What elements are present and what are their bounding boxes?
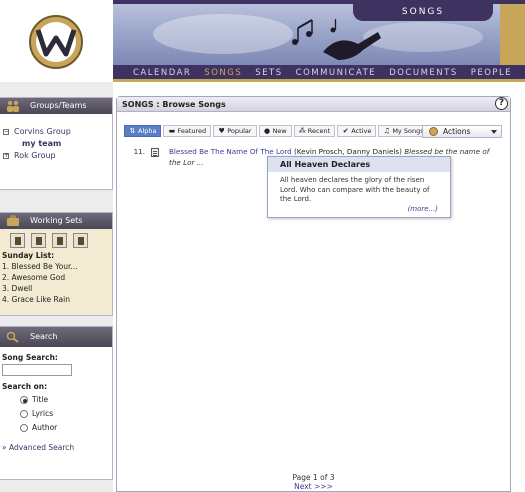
- set-list-item[interactable]: 2. Awesome God: [0, 272, 112, 283]
- song-title-link[interactable]: Blessed Be The Name Of The Lord: [169, 147, 292, 156]
- search-title-radio[interactable]: Title: [0, 393, 112, 407]
- song-search-label: Song Search:: [2, 353, 58, 362]
- groups-panel-title: Groups/Teams: [30, 101, 87, 110]
- group-item[interactable]: − Corvins Group: [0, 126, 112, 138]
- nav-calendar[interactable]: CALENDAR: [133, 65, 191, 79]
- song-number: 11.: [133, 147, 145, 156]
- tab-alpha[interactable]: ⇅ Alpha: [124, 125, 162, 137]
- section-title: SONGS: [353, 4, 493, 21]
- search-author-radio[interactable]: Author: [0, 421, 112, 435]
- search-lyrics-radio[interactable]: Lyrics: [0, 407, 112, 421]
- page-indicator: Page 1 of 3: [292, 473, 335, 482]
- sort-tabs: ⇅ Alpha ▬ Featured ♥ Popular ● New ⁂ Recent ✔…: [124, 125, 429, 137]
- heart-icon: ♥: [218, 126, 225, 135]
- tooltip-more-link[interactable]: (more...): [268, 205, 450, 213]
- check-icon: ✔: [342, 126, 349, 135]
- headphones-icon[interactable]: [10, 233, 25, 248]
- groups-panel-header: Groups/Teams: [0, 98, 112, 114]
- working-sets-header: Working Sets: [0, 213, 112, 229]
- search-on-label: Search on:: [2, 382, 48, 391]
- edit-set-icon[interactable]: [31, 233, 46, 248]
- tooltip-body: All heaven declares the glory of the ris…: [280, 176, 430, 203]
- search-header: Search: [0, 327, 112, 347]
- search-panel: Search Song Search: Search on: Title Lyr…: [0, 326, 113, 480]
- group-item[interactable]: + Rok Group: [0, 150, 112, 162]
- recent-icon: ⁂: [298, 126, 306, 135]
- nav-songs[interactable]: SONGS: [204, 65, 242, 79]
- collapse-icon[interactable]: −: [3, 129, 9, 135]
- set-list-title: Sunday List:: [2, 251, 55, 260]
- nav-communicate[interactable]: COMMUNICATE: [296, 65, 377, 79]
- song-search-input[interactable]: [2, 364, 72, 376]
- featured-icon: ▬: [168, 126, 176, 135]
- working-sets-panel: Working Sets Sunday List: 1. Blessed Be …: [0, 212, 113, 316]
- briefcase-icon: [7, 215, 19, 226]
- song-artist: (Kevin Prosch, Danny Daniels): [293, 147, 402, 156]
- site-logo-icon: [29, 15, 83, 69]
- page-title: SONGS : Browse Songs: [122, 100, 226, 109]
- tab-popular[interactable]: ♥ Popular: [213, 125, 257, 137]
- advanced-search-link[interactable]: » Advanced Search: [0, 435, 112, 452]
- new-icon: ●: [264, 126, 271, 135]
- gear-icon: [429, 127, 438, 136]
- chevron-down-icon: [491, 130, 497, 134]
- tab-recent[interactable]: ⁂ Recent: [293, 125, 336, 137]
- print-set-icon[interactable]: [52, 233, 67, 248]
- header-banner: SONGS: [113, 4, 525, 65]
- set-list-item[interactable]: 4. Grace Like Rain: [0, 294, 112, 305]
- export-set-icon[interactable]: [73, 233, 88, 248]
- main-nav: CALENDAR SONGS SETS COMMUNICATE DOCUMENT…: [113, 65, 525, 82]
- tab-active[interactable]: ✔ Active: [337, 125, 377, 137]
- magnifier-icon: [6, 331, 19, 343]
- nav-sets[interactable]: SETS: [255, 65, 282, 79]
- set-list-item[interactable]: 1. Blessed Be Your...: [0, 261, 112, 272]
- tab-featured[interactable]: ▬ Featured: [163, 125, 212, 137]
- people-icon: [7, 100, 19, 112]
- music-icon: ♫: [383, 126, 390, 135]
- pagination: Page 1 of 3 Next >>>: [116, 473, 511, 491]
- nav-documents[interactable]: DOCUMENTS: [389, 65, 458, 79]
- expand-icon[interactable]: +: [3, 153, 9, 159]
- team-item[interactable]: my team: [0, 138, 112, 150]
- tab-new[interactable]: ● New: [258, 125, 292, 137]
- groups-panel: Groups/Teams − Corvins Group my team + R…: [0, 97, 113, 190]
- actions-menu[interactable]: Actions: [422, 125, 502, 138]
- help-icon[interactable]: ?: [495, 97, 508, 110]
- logo[interactable]: [0, 0, 113, 82]
- set-list-item[interactable]: 3. Dwell: [0, 283, 112, 294]
- song-sheet-icon[interactable]: [151, 148, 159, 157]
- panel-heading: SONGS : Browse Songs ?: [117, 97, 510, 112]
- nav-people[interactable]: PEOPLE: [471, 65, 512, 79]
- tooltip-title: All Heaven Declares: [268, 157, 450, 172]
- sort-alpha-icon: ⇅: [129, 126, 136, 135]
- song-preview-tooltip: All Heaven Declares All heaven declares …: [267, 156, 451, 218]
- next-page-link[interactable]: Next >>>: [116, 482, 511, 491]
